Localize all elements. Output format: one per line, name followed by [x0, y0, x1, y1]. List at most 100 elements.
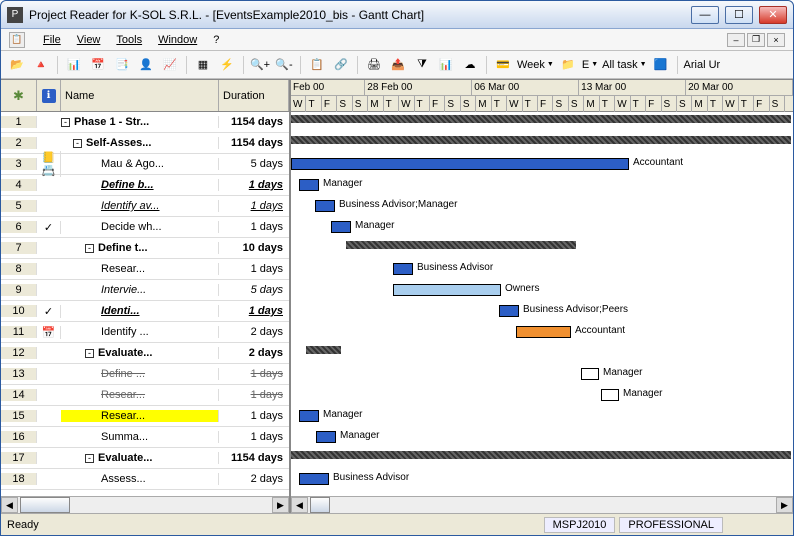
table-row[interactable]: 15Resear...1 days — [1, 406, 289, 427]
table-row[interactable]: 12-Evaluate...2 days — [1, 343, 289, 364]
task-name[interactable]: Identify av... — [61, 200, 219, 212]
table-row[interactable]: 17-Evaluate...1154 days — [1, 448, 289, 469]
menu-window[interactable]: Window — [158, 34, 197, 46]
gantt-row[interactable] — [291, 238, 793, 259]
table-row[interactable]: 4Define b...1 days — [1, 175, 289, 196]
export-icon[interactable]: 📤 — [388, 55, 408, 75]
scroll-left-icon[interactable]: ◀ — [1, 497, 18, 513]
task-name[interactable]: Identi... — [61, 305, 219, 317]
gantt-icon[interactable]: 📊 — [64, 55, 84, 75]
task-hscroll[interactable]: ◀ ▶ — [1, 496, 289, 513]
task-name[interactable]: -Evaluate... — [61, 452, 219, 464]
gantt-bar[interactable] — [299, 179, 319, 191]
gantt-row[interactable]: Accountant — [291, 322, 793, 343]
gantt-row[interactable]: Owners — [291, 280, 793, 301]
scroll-right-icon[interactable]: ▶ — [272, 497, 289, 513]
chart-icon[interactable]: 📊 — [436, 55, 456, 75]
gantt-bar[interactable] — [299, 473, 329, 485]
gantt-bar[interactable] — [601, 389, 619, 401]
gantt-row[interactable]: Business Advisor;Manager — [291, 196, 793, 217]
gantt-row[interactable]: Business Advisor — [291, 259, 793, 280]
task-name[interactable]: -Phase 1 - Str... — [61, 116, 219, 128]
minimize-button[interactable]: — — [691, 6, 719, 24]
task-name[interactable]: -Define t... — [61, 242, 219, 254]
col-info-header[interactable]: ℹ — [37, 80, 61, 111]
table-row[interactable]: 6✓Decide wh...1 days — [1, 217, 289, 238]
gantt-bar[interactable] — [299, 410, 319, 422]
task-name[interactable]: Resear... — [61, 410, 219, 422]
gantt-bar[interactable] — [346, 241, 576, 249]
scroll-left-icon[interactable]: ◀ — [291, 497, 308, 513]
chart-hscroll[interactable]: ◀ ▶ — [291, 496, 793, 513]
gantt-row[interactable]: Business Advisor — [291, 469, 793, 490]
alltask-dropdown[interactable]: All task▼ — [602, 59, 646, 71]
gantt-bar[interactable] — [499, 305, 519, 317]
e-dropdown[interactable]: E▼ — [582, 59, 598, 71]
task-name[interactable]: Identify ... — [61, 326, 219, 338]
menu-help[interactable]: ? — [213, 34, 219, 46]
task-name[interactable]: Resear... — [61, 263, 219, 275]
gantt-bar[interactable] — [316, 431, 336, 443]
gantt-row[interactable]: Manager — [291, 364, 793, 385]
task-name[interactable]: Define ... — [61, 368, 219, 380]
col-name-header[interactable]: Name — [61, 80, 219, 111]
gantt-row[interactable] — [291, 133, 793, 154]
gantt-bar[interactable] — [393, 263, 413, 275]
table-row[interactable]: 7-Define t...10 days — [1, 238, 289, 259]
gantt-bar[interactable] — [393, 284, 501, 296]
gantt-bar[interactable] — [291, 158, 629, 170]
mdi-restore[interactable]: ❐ — [747, 33, 765, 47]
table-row[interactable]: 13Define ...1 days — [1, 364, 289, 385]
resource-icon[interactable]: 👤 — [136, 55, 156, 75]
gantt-bar[interactable] — [331, 221, 351, 233]
link-icon[interactable]: 🔗 — [331, 55, 351, 75]
task-name[interactable]: Resear... — [61, 389, 219, 401]
gantt-row[interactable] — [291, 112, 793, 133]
table-row[interactable]: 8Resear...1 days — [1, 259, 289, 280]
gantt-row[interactable]: Business Advisor;Peers — [291, 301, 793, 322]
gantt-row[interactable] — [291, 343, 793, 364]
gantt-row[interactable]: Manager — [291, 385, 793, 406]
font-dropdown[interactable]: Arial Ur — [684, 59, 721, 71]
table-row[interactable]: 16Summa...1 days — [1, 427, 289, 448]
zoomin-icon[interactable]: 🔍+ — [250, 55, 270, 75]
table-row[interactable]: 10✓Identi...1 days — [1, 301, 289, 322]
task-name[interactable]: Define b... — [61, 179, 219, 191]
week-dropdown[interactable]: Week▼ — [517, 59, 554, 71]
mdi-close[interactable]: × — [767, 33, 785, 47]
table-row[interactable]: 5Identify av...1 days — [1, 196, 289, 217]
scroll-right-icon[interactable]: ▶ — [776, 497, 793, 513]
open-icon[interactable]: 📂 — [7, 55, 27, 75]
table-row[interactable]: 11📅Identify ...2 days — [1, 322, 289, 343]
gantt-bar[interactable] — [315, 200, 335, 212]
col-expand-header[interactable]: ✱ — [1, 80, 37, 111]
task-name[interactable]: Summa... — [61, 431, 219, 443]
table-row[interactable]: 18Assess...2 days — [1, 469, 289, 490]
gantt-row[interactable] — [291, 448, 793, 469]
zoomout-icon[interactable]: 🔍- — [274, 55, 294, 75]
bolt-icon[interactable]: ⚡ — [217, 55, 237, 75]
usage-icon[interactable]: 📈 — [160, 55, 180, 75]
gantt-row[interactable]: Manager — [291, 175, 793, 196]
mdi-minimize[interactable]: – — [727, 33, 745, 47]
gantt-row[interactable]: Accountant — [291, 154, 793, 175]
task-name[interactable]: Assess... — [61, 473, 219, 485]
cloud-icon[interactable]: ☁ — [460, 55, 480, 75]
close-button[interactable]: ✕ — [759, 6, 787, 24]
task-name[interactable]: Intervie... — [61, 284, 219, 296]
filter-icon[interactable]: 📋 — [307, 55, 327, 75]
gantt-row[interactable]: Manager — [291, 427, 793, 448]
color-icon[interactable]: 🟦 — [651, 55, 671, 75]
calendar-icon[interactable]: 📅 — [88, 55, 108, 75]
gantt-bar[interactable] — [516, 326, 571, 338]
print-icon[interactable]: 🖨 — [364, 55, 384, 75]
menu-view[interactable]: View — [77, 34, 101, 46]
col-duration-header[interactable]: Duration — [219, 80, 289, 111]
task-name[interactable]: -Evaluate... — [61, 347, 219, 359]
gantt-row[interactable]: Manager — [291, 217, 793, 238]
menu-file[interactable]: File — [43, 34, 61, 46]
task-name[interactable]: -Self-Asses... — [61, 137, 219, 149]
gantt-row[interactable]: Manager — [291, 406, 793, 427]
menu-tools[interactable]: Tools — [116, 34, 142, 46]
maximize-button[interactable]: ☐ — [725, 6, 753, 24]
